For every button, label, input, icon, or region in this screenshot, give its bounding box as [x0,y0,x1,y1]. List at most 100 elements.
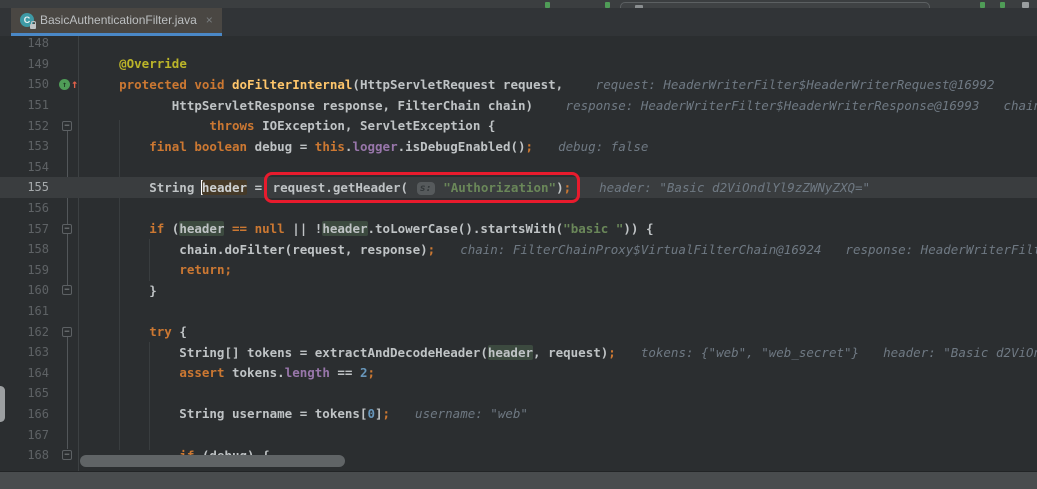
tab-title: BasicAuthenticationFilter.java [40,13,197,27]
line-number[interactable]: 159 [0,263,55,277]
line-number[interactable]: 166 [0,407,55,421]
ide-window: C BasicAuthenticationFilter.java × 148 14… [0,0,1037,489]
line-number[interactable]: 155 [0,180,55,194]
code-token: try [149,324,179,339]
code-line[interactable]: 161 [0,301,1037,322]
line-number[interactable]: 150 [0,77,55,91]
debug-icon[interactable] [605,2,610,8]
code-line[interactable]: 155 String header = request.getHeader( s… [0,177,1037,198]
code-text: protected void doFilterInternal(HttpServ… [89,77,571,92]
code-line[interactable]: 157− if (header == null || !header.toLow… [0,218,1037,239]
line-number[interactable]: 160 [0,283,55,297]
line-number[interactable]: 167 [0,428,55,442]
scroll-indicator-fragment [0,386,5,422]
fold-marker[interactable]: − [62,450,72,460]
code-line[interactable]: 165 [0,383,1037,404]
close-tab-icon[interactable]: × [206,13,213,27]
debugger-inline-hint: debug: false [558,139,648,154]
fold-marker[interactable]: − [62,285,72,295]
fold-marker[interactable]: − [62,121,72,131]
code-line[interactable]: 166 String username = tokens[0]; username… [0,404,1037,425]
gutter-cell: − [55,224,89,234]
code-line[interactable]: 163 String[] tokens = extractAndDecodeHe… [0,342,1037,363]
bottom-panel-edge [0,471,1037,489]
code-token: , request) [533,345,608,360]
code-token: ] [375,406,383,421]
line-number[interactable]: 168 [0,448,55,462]
code-token [89,139,149,154]
tab-basic-authentication-filter[interactable]: C BasicAuthenticationFilter.java × [11,8,222,33]
code-token: protected void [119,77,232,92]
code-line[interactable]: 153 final boolean debug = this.logger.is… [0,136,1037,157]
run-icon[interactable] [545,2,550,8]
debugger-inline-hint: response: HeaderWriterFilter$HeaderWrite… [845,242,1037,257]
code-line[interactable]: 160− } [0,280,1037,301]
debugger-inline-hint: request: HeaderWriterFilter$HeaderWriter… [596,77,995,92]
line-number[interactable]: 163 [0,345,55,359]
code-token: ; [608,345,616,360]
code-token: header [202,180,247,195]
settings-icon[interactable] [1022,2,1029,8]
rerun-icon[interactable] [1000,2,1005,8]
code-token [89,118,209,133]
code-line[interactable]: 148 [0,36,1037,54]
line-number[interactable]: 151 [0,98,55,112]
line-number[interactable]: 148 [0,36,55,50]
code-token: if [149,221,172,236]
editor-tab-bar: C BasicAuthenticationFilter.java × [0,8,1037,36]
java-class-icon: C [20,13,34,27]
code-line[interactable]: 167 [0,424,1037,445]
debugger-inline-hint: username: "web" [415,406,528,421]
code-text: final boolean debug = this.logger.isDebu… [89,139,533,154]
line-number[interactable]: 154 [0,160,55,174]
line-number[interactable]: 162 [0,325,55,339]
code-text: assert tokens.length == 2; [89,365,375,380]
run-config-icon [635,5,643,8]
code-text: return; [89,262,232,277]
line-number[interactable]: 164 [0,366,55,380]
code-token: length [285,365,330,380]
debugger-inline-hint: tokens: {"web", "web_secret"} [641,345,859,360]
code-line[interactable]: 158 chain.doFilter(request, response); ch… [0,239,1037,260]
code-line[interactable]: 151 HttpServletResponse response, Filter… [0,95,1037,116]
fold-marker[interactable]: − [62,224,72,234]
code-token: .toLowerCase().startsWith( [368,221,564,236]
debugger-inline-hint: chain: FilterChainProxy$VirtualFilterCha… [460,242,821,257]
code-editor[interactable]: 148149 @Override150↑↑ protected void doF… [0,36,1037,471]
gutter-cell: − [55,285,89,295]
gutter-cell: − [55,121,89,131]
line-number[interactable]: 165 [0,386,55,400]
horizontal-scrollbar[interactable] [80,455,345,467]
code-line[interactable]: 159 return; [0,260,1037,281]
line-number[interactable]: 157 [0,222,55,236]
editor-rows: 148149 @Override150↑↑ protected void doF… [0,36,1037,465]
line-number[interactable]: 152 [0,119,55,133]
code-line[interactable]: 152− throws IOException, ServletExceptio… [0,115,1037,136]
run-configuration-box[interactable] [620,2,930,8]
override-arrow-icon[interactable]: ↑ [71,79,78,89]
code-line[interactable]: 150↑↑ protected void doFilterInternal(Ht… [0,74,1037,95]
parameter-hint-badge: s: [417,182,435,195]
code-line[interactable]: 162− try { [0,321,1037,342]
gutter-cell: − [55,327,89,337]
code-token: header [488,345,533,360]
code-token: ; [428,242,436,257]
code-token: .isDebugEnabled() [398,139,526,154]
resume-icon[interactable] [980,2,985,8]
line-number[interactable]: 153 [0,139,55,153]
line-number[interactable]: 161 [0,304,55,318]
fold-marker[interactable]: − [62,327,72,337]
code-line[interactable]: 149 @Override [0,54,1037,75]
line-number[interactable]: 158 [0,242,55,256]
gutter-cell: ↑↑ [55,79,89,90]
code-token: chain.doFilter(request, response) [89,242,428,257]
code-text: String username = tokens[0]; [89,406,390,421]
debugger-inline-hint: response: HeaderWriterFilter$HeaderWrite… [566,98,980,113]
code-line[interactable]: 164 assert tokens.length == 2; [0,363,1037,384]
line-number[interactable]: 149 [0,57,55,71]
line-number[interactable]: 156 [0,201,55,215]
code-token: == null [232,221,285,236]
code-token: (HttpServletRequest request, [352,77,570,92]
overrides-method-icon[interactable]: ↑ [59,79,70,90]
debugger-inline-hint: chain: FilterChainProxy$VirtualFilterCha… [1003,98,1037,113]
